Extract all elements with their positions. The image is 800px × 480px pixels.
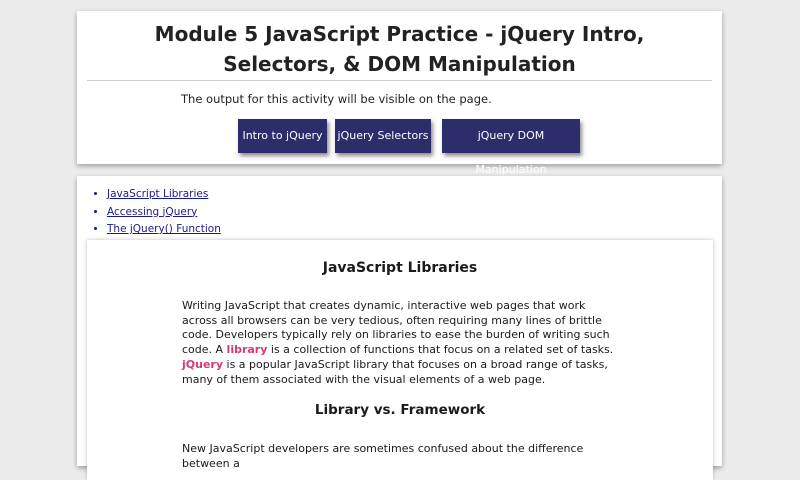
title-divider — [87, 80, 712, 81]
section-paragraph: Writing JavaScript that creates dynamic,… — [182, 299, 622, 387]
jquery-selectors-button[interactable]: jQuery Selectors — [335, 119, 431, 153]
nav-button-row: Intro to jQuery jQuery Selectors jQuery … — [77, 119, 722, 176]
paragraph-text: is a popular JavaScript library that foc… — [182, 357, 608, 386]
content-card: JavaScript Libraries Accessing jQuery Th… — [77, 176, 722, 480]
toc-item: JavaScript Libraries — [107, 186, 221, 204]
table-of-contents: JavaScript Libraries Accessing jQuery Th… — [90, 186, 221, 239]
toc-link-javascript-libraries[interactable]: JavaScript Libraries — [107, 188, 208, 200]
header-card: Module 5 JavaScript Practice - jQuery In… — [77, 11, 722, 176]
toc-item: The jQuery() Function — [107, 221, 221, 239]
term-jquery: jQuery — [182, 357, 224, 371]
toc-item: Accessing jQuery — [107, 204, 221, 222]
jquery-dom-manipulation-button[interactable]: jQuery DOM Manipulation — [442, 119, 580, 176]
paragraph-text: is a collection of functions that focus … — [267, 343, 614, 357]
toc-link-accessing-jquery[interactable]: Accessing jQuery — [107, 206, 197, 218]
page-title: Module 5 JavaScript Practice - jQuery In… — [154, 22, 645, 76]
subsection-heading: Library vs. Framework — [314, 402, 486, 418]
term-library: library — [226, 343, 268, 357]
section-heading: JavaScript Libraries — [322, 260, 478, 276]
section-javascript-libraries: JavaScript Libraries Writing JavaScript … — [87, 240, 713, 480]
intro-text: The output for this activity will be vis… — [181, 92, 492, 106]
section-paragraph-2: New JavaScript developers are sometimes … — [182, 442, 584, 470]
intro-to-jquery-button[interactable]: Intro to jQuery — [238, 119, 327, 153]
toc-link-jquery-function[interactable]: The jQuery() Function — [107, 223, 221, 235]
